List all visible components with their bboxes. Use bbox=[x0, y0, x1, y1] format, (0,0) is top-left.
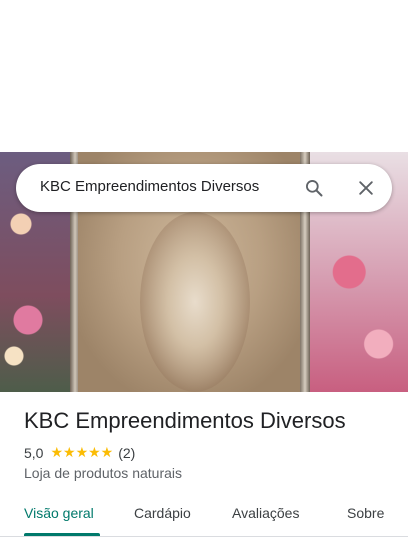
tab-overview[interactable]: Visão geral bbox=[24, 505, 94, 521]
search-input[interactable]: KBC Empreendimentos Diversos bbox=[40, 178, 259, 195]
search-icon[interactable] bbox=[304, 178, 324, 198]
rating-value: 5,0 bbox=[24, 444, 44, 461]
photo-bread-crack bbox=[140, 212, 250, 392]
search-bar[interactable]: KBC Empreendimentos Diversos bbox=[16, 164, 392, 212]
place-title: KBC Empreendimentos Diversos bbox=[24, 408, 346, 433]
tabs-divider bbox=[0, 536, 408, 537]
place-tabs: Visão geral Cardápio Avaliações Sobre bbox=[0, 494, 408, 536]
place-category[interactable]: Loja de produtos naturais bbox=[24, 465, 182, 481]
tab-menu[interactable]: Cardápio bbox=[134, 505, 191, 521]
star-rating: ★★★★★ bbox=[50, 444, 114, 460]
tab-about[interactable]: Sobre bbox=[347, 505, 384, 521]
tab-reviews[interactable]: Avaliações bbox=[232, 505, 299, 521]
rating-row[interactable]: 5,0 ★★★★★ (2) bbox=[24, 444, 135, 461]
review-count[interactable]: (2) bbox=[118, 445, 135, 461]
close-icon[interactable] bbox=[356, 178, 376, 198]
